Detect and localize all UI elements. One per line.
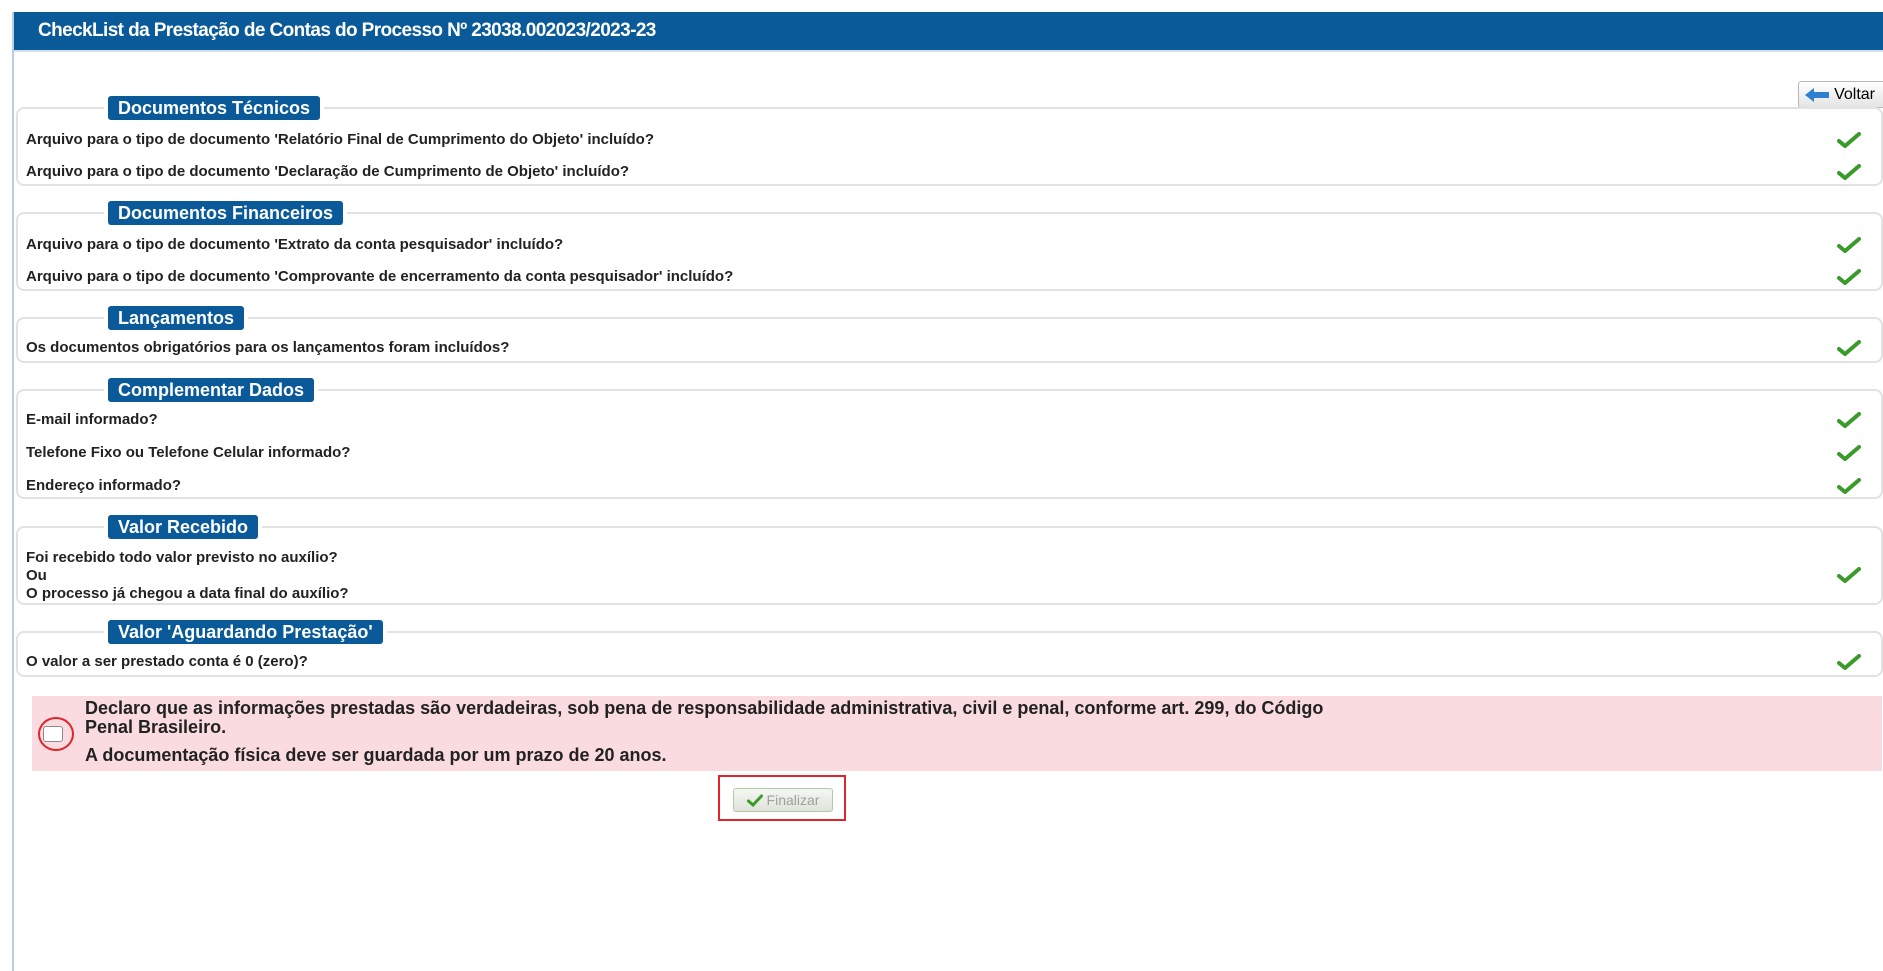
arrow-left-icon: [1805, 87, 1830, 102]
voltar-button[interactable]: Voltar: [1798, 81, 1883, 108]
section-legend: Valor Recebido: [104, 515, 263, 539]
finalizar-highlight-box: Finalizar: [718, 775, 846, 821]
check-icon: [1837, 654, 1861, 670]
checklist-item: Arquivo para o tipo de documento 'Extrat…: [26, 233, 1881, 257]
page-title: CheckList da Prestação de Contas do Proc…: [14, 12, 1883, 52]
check-icon: [1837, 412, 1861, 428]
declaration-text: Penal Brasileiro.: [85, 717, 227, 737]
checklist-item: Foi recebido todo valor previsto no auxí…: [26, 549, 1881, 605]
documentation-retention-text: A documentação física deve ser guardada …: [85, 745, 667, 765]
voltar-label: Voltar: [1834, 85, 1875, 103]
section-valor-recebido: Valor Recebido Foi recebido todo valor p…: [16, 515, 1883, 605]
section-legend: Documentos Técnicos: [104, 96, 325, 120]
checklist-item: Arquivo para o tipo de documento 'Relató…: [26, 128, 1881, 152]
checklist-item: Endereço informado?: [26, 474, 1881, 498]
section-legend: Complementar Dados: [104, 378, 319, 402]
check-icon: [1837, 478, 1861, 494]
section-legend: Lançamentos: [104, 306, 249, 330]
check-icon: [1837, 567, 1861, 583]
section-documentos-financeiros: Documentos Financeiros Arquivo para o ti…: [16, 201, 1883, 291]
section-lancamentos: Lançamentos Os documentos obrigatórios p…: [16, 306, 1883, 363]
section-valor-aguardando-prestacao: Valor 'Aguardando Prestação' O valor a s…: [16, 620, 1883, 677]
check-icon: [746, 794, 763, 807]
check-icon: [1837, 132, 1861, 148]
checklist-item: Arquivo para o tipo de documento 'Compro…: [26, 265, 1881, 289]
check-icon: [1837, 340, 1861, 356]
section-complementar-dados: Complementar Dados E-mail informado? Tel…: [16, 378, 1883, 499]
check-icon: [1837, 269, 1861, 285]
checkbox-highlight-circle: [38, 717, 74, 751]
section-legend: Documentos Financeiros: [104, 201, 348, 225]
declaration-box: Declaro que as informações prestadas são…: [32, 696, 1882, 771]
checklist-item: Telefone Fixo ou Telefone Celular inform…: [26, 441, 1881, 465]
checklist-panel: CheckList da Prestação de Contas do Proc…: [12, 12, 1883, 971]
checklist-item: Arquivo para o tipo de documento 'Declar…: [26, 160, 1881, 184]
section-legend: Valor 'Aguardando Prestação': [104, 620, 387, 644]
check-icon: [1837, 164, 1861, 180]
declaration-text: Declaro que as informações prestadas são…: [85, 698, 1324, 718]
section-documentos-tecnicos: Documentos Técnicos Arquivo para o tipo …: [16, 96, 1883, 186]
finalizar-button[interactable]: Finalizar: [733, 788, 833, 812]
finalizar-label: Finalizar: [766, 792, 820, 808]
checklist-item: E-mail informado?: [26, 408, 1881, 432]
checklist-item: O valor a ser prestado conta é 0 (zero)?: [26, 650, 1881, 674]
checklist-item: Os documentos obrigatórios para os lança…: [26, 336, 1881, 360]
check-icon: [1837, 445, 1861, 461]
check-icon: [1837, 237, 1861, 253]
